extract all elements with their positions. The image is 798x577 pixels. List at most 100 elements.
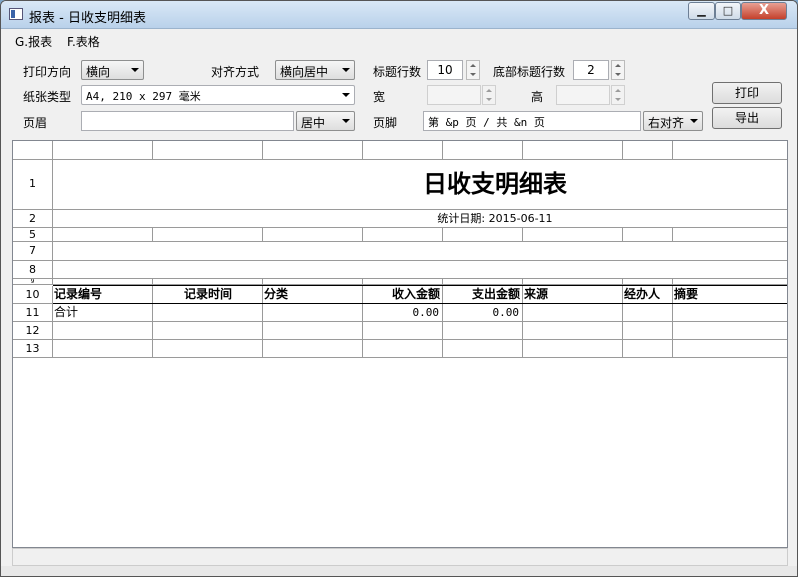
header-label: 页眉	[23, 116, 48, 130]
col-header[interactable]	[523, 141, 623, 160]
paper-type-label: 纸张类型	[23, 90, 72, 104]
col-header[interactable]	[443, 141, 523, 160]
grid-cell[interactable]	[673, 228, 787, 242]
total-label[interactable]: 合计	[53, 304, 153, 322]
grid-cell[interactable]	[623, 228, 673, 242]
grid-cell[interactable]	[673, 340, 787, 358]
grid-cell[interactable]	[363, 340, 443, 358]
col-header[interactable]	[623, 141, 673, 160]
grid-cell[interactable]	[673, 304, 787, 322]
status-bar	[1, 566, 797, 576]
header-align-select[interactable]: 居中	[296, 111, 355, 131]
grid-cell[interactable]	[443, 340, 523, 358]
maximize-button[interactable]: □	[715, 2, 741, 20]
footer-input[interactable]: 第 &p 页 / 共 &n 页	[423, 111, 641, 131]
grid-cell[interactable]	[443, 228, 523, 242]
column-title-expense[interactable]: 支出金额	[443, 286, 523, 304]
footer-label: 页脚	[373, 116, 398, 130]
height-spinner[interactable]	[611, 85, 625, 105]
title-bar: 报表 - 日收支明细表 ▁ □ X	[1, 1, 797, 29]
align-value: 横向居中	[280, 65, 329, 79]
grid-cell[interactable]	[263, 228, 363, 242]
grid-cell[interactable]	[523, 340, 623, 358]
row-header[interactable]: 10	[13, 286, 53, 304]
row-header[interactable]: 13	[13, 340, 53, 358]
total-income[interactable]: 0.00	[363, 304, 443, 322]
minimize-button[interactable]: ▁	[688, 2, 715, 20]
col-header[interactable]	[53, 141, 153, 160]
paper-type-select[interactable]: A4, 210 x 297 毫米	[81, 85, 355, 105]
title-rows-label: 标题行数	[373, 65, 422, 79]
footer-align-value: 右对齐	[648, 116, 685, 130]
width-input[interactable]	[427, 85, 481, 105]
total-expense[interactable]: 0.00	[443, 304, 523, 322]
grid-cell[interactable]	[263, 322, 363, 340]
export-button[interactable]: 导出	[712, 107, 782, 129]
grid-cell[interactable]	[623, 304, 673, 322]
menu-report[interactable]: G.报表	[15, 33, 52, 50]
report-window: 报表 - 日收支明细表 ▁ □ X G.报表 F.表格 打印方向 横向 对齐方式…	[0, 0, 798, 577]
height-input[interactable]	[556, 85, 610, 105]
column-title-category[interactable]: 分类	[263, 286, 363, 304]
menu-bar: G.报表 F.表格	[1, 30, 797, 50]
footer-align-select[interactable]: 右对齐	[643, 111, 703, 131]
title-rows-input[interactable]: 10	[427, 60, 463, 80]
column-title-record-id[interactable]: 记录编号	[53, 286, 153, 304]
grid-cell[interactable]	[523, 228, 623, 242]
grid-cell[interactable]	[363, 228, 443, 242]
col-header[interactable]	[153, 141, 263, 160]
row-header[interactable]: 8	[13, 261, 53, 279]
grid-cell[interactable]	[153, 340, 263, 358]
grid-cell[interactable]	[53, 261, 787, 279]
row-header[interactable]: 7	[13, 242, 53, 261]
column-title-income[interactable]: 收入金额	[363, 286, 443, 304]
bottom-title-rows-label: 底部标题行数	[493, 65, 566, 79]
grid-cell[interactable]	[363, 322, 443, 340]
row-header[interactable]: 2	[13, 210, 53, 228]
print-button[interactable]: 打印	[712, 82, 782, 104]
col-header[interactable]	[673, 141, 787, 160]
row-header[interactable]: 1	[13, 160, 53, 210]
paper-type-value: A4, 210 x 297 毫米	[86, 90, 201, 103]
header-input[interactable]	[81, 111, 294, 131]
corner-cell[interactable]	[13, 141, 53, 160]
grid-cell[interactable]	[673, 322, 787, 340]
report-title[interactable]: 日收支明细表	[53, 160, 787, 210]
grid-cell[interactable]	[53, 340, 153, 358]
grid-cell[interactable]	[263, 304, 363, 322]
bottom-title-rows-input[interactable]: 2	[573, 60, 609, 80]
row-header[interactable]: 9	[13, 279, 53, 285]
grid-cell[interactable]	[53, 322, 153, 340]
grid-cell[interactable]	[263, 340, 363, 358]
bottom-title-rows-spinner[interactable]	[611, 60, 625, 80]
grid-cell[interactable]	[623, 322, 673, 340]
column-title-handler[interactable]: 经办人	[623, 286, 673, 304]
row-header[interactable]: 5	[13, 228, 53, 242]
col-header[interactable]	[363, 141, 443, 160]
grid-cell[interactable]	[623, 340, 673, 358]
grid-cell[interactable]	[153, 322, 263, 340]
report-grid[interactable]: 1 日收支明细表 2 统计日期: 2015-06-11 5 7 8 9 10 记…	[12, 140, 788, 548]
horizontal-scrollbar[interactable]	[12, 548, 788, 566]
close-button[interactable]: X	[741, 2, 787, 20]
width-label: 宽	[373, 90, 386, 104]
grid-cell[interactable]	[523, 322, 623, 340]
width-spinner[interactable]	[482, 85, 496, 105]
grid-cell[interactable]	[53, 242, 787, 261]
column-title-summary[interactable]: 摘要	[673, 286, 787, 304]
menu-table[interactable]: F.表格	[67, 33, 100, 50]
row-header[interactable]: 11	[13, 304, 53, 322]
column-title-source[interactable]: 来源	[523, 286, 623, 304]
grid-cell[interactable]	[523, 304, 623, 322]
print-direction-select[interactable]: 横向	[81, 60, 144, 80]
col-header[interactable]	[263, 141, 363, 160]
align-select[interactable]: 横向居中	[275, 60, 355, 80]
grid-cell[interactable]	[153, 304, 263, 322]
stat-date[interactable]: 统计日期: 2015-06-11	[53, 210, 787, 228]
grid-cell[interactable]	[153, 228, 263, 242]
grid-cell[interactable]	[443, 322, 523, 340]
column-title-record-time[interactable]: 记录时间	[153, 286, 263, 304]
title-rows-spinner[interactable]	[466, 60, 480, 80]
grid-cell[interactable]	[53, 228, 153, 242]
row-header[interactable]: 12	[13, 322, 53, 340]
